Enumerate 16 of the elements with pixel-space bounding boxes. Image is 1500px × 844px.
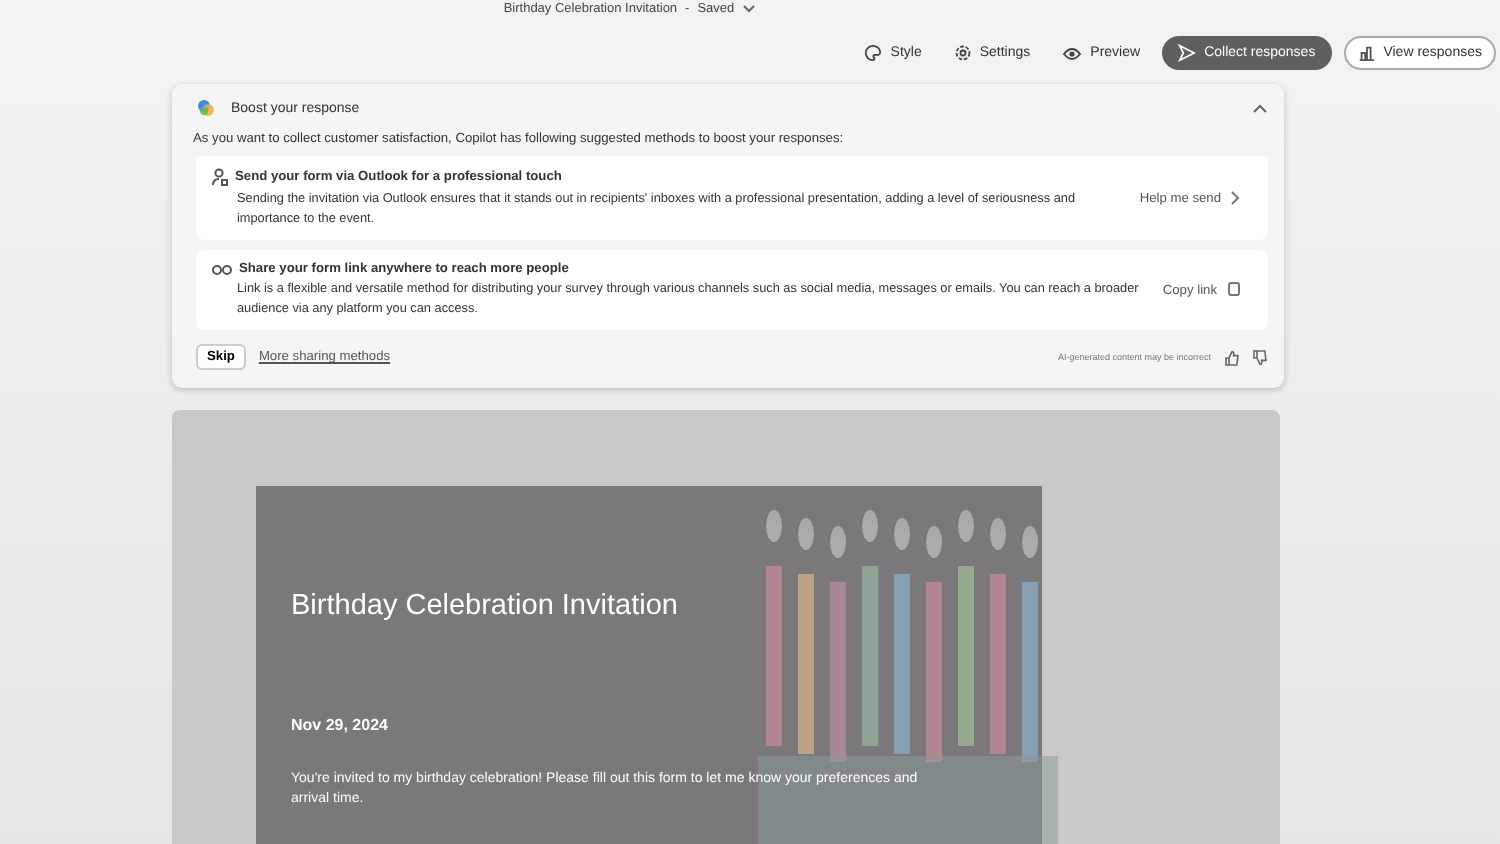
send-icon	[1178, 44, 1197, 62]
copilot-logo-icon	[195, 98, 215, 118]
eye-icon	[1062, 45, 1083, 61]
settings-icon	[953, 44, 972, 62]
bar-chart-icon	[1357, 44, 1376, 62]
chevron-down-icon[interactable]	[742, 4, 757, 14]
form-date: Nov 29, 2024	[291, 716, 390, 734]
thumbs-down-icon[interactable]	[1251, 349, 1267, 365]
form-heading: Birthday Celebration Invitation	[291, 590, 680, 622]
thumbs-up-icon[interactable]	[1223, 349, 1239, 365]
chevron-right-icon	[1229, 190, 1239, 206]
palette-icon	[864, 44, 883, 62]
copy-icon	[1225, 282, 1239, 298]
collapse-chevron-icon[interactable]	[1251, 103, 1267, 113]
person-icon	[211, 168, 227, 186]
link-icon	[211, 263, 231, 275]
